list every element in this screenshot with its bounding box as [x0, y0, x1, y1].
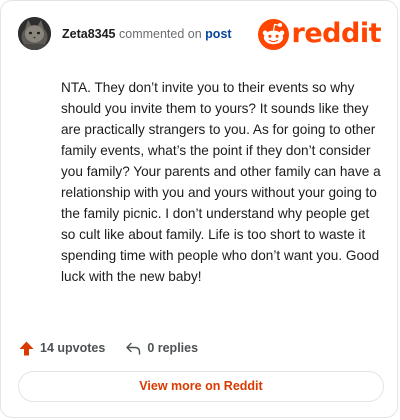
view-more-button[interactable]: View more on Reddit: [18, 371, 384, 402]
reply-arrow-icon: [125, 340, 142, 357]
reply-count: 0 replies: [147, 341, 199, 355]
comment-meta: Zeta8345 commented on post: [62, 27, 232, 41]
reddit-wordmark: reddit: [291, 18, 382, 49]
comment-embed-card: Zeta8345 commented on post reddit NTA. T…: [0, 0, 398, 418]
username-link[interactable]: Zeta8345: [62, 27, 116, 41]
comment-stats: 14 upvotes 0 replies: [18, 338, 198, 358]
reply-stat[interactable]: 0 replies: [125, 340, 198, 357]
comment-header: Zeta8345 commented on post reddit: [18, 17, 382, 53]
cat-avatar-icon: [18, 17, 51, 50]
action-text: commented on: [119, 27, 202, 41]
upvote-count: 14 upvotes: [40, 341, 106, 355]
upvote-stat[interactable]: 14 upvotes: [18, 340, 105, 357]
reddit-logo[interactable]: reddit: [257, 18, 382, 50]
user-avatar[interactable]: [18, 17, 51, 50]
upvote-arrow-icon: [18, 340, 35, 357]
post-link[interactable]: post: [205, 27, 231, 41]
comment-body: NTA. They don’t invite you to their even…: [61, 80, 381, 284]
reddit-snoo-icon: [257, 18, 289, 50]
